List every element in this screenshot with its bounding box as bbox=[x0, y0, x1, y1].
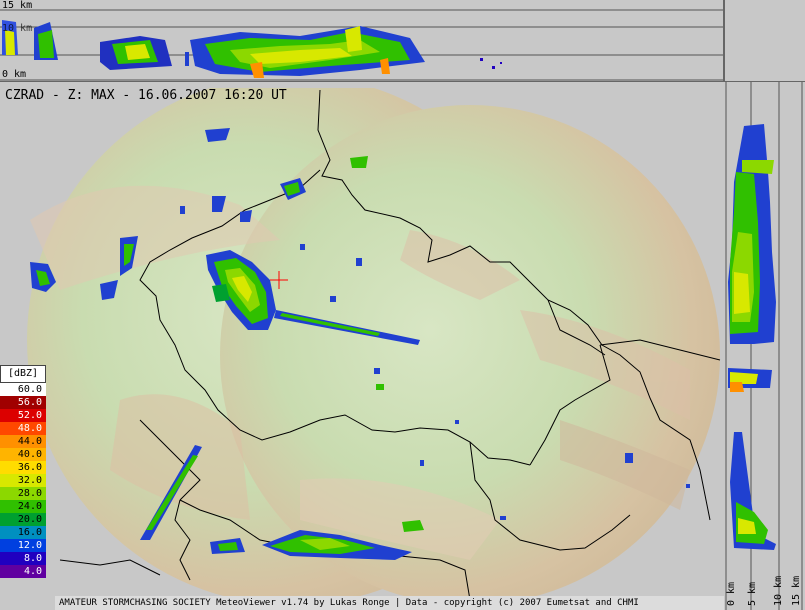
legend-item: 52.0 bbox=[0, 409, 46, 422]
top-axis-10km-label: 10 km bbox=[2, 23, 33, 34]
legend-unit: [dBZ] bbox=[0, 365, 46, 383]
legend-item: 40.0 bbox=[0, 448, 46, 461]
legend-item: 4.0 bbox=[0, 565, 46, 578]
legend-scale: 60.0 56.0 52.0 48.0 44.0 40.0 36.0 32.0 28.0 24.0… bbox=[0, 383, 46, 578]
legend-item: 24.0 bbox=[0, 500, 46, 513]
radar-map[interactable] bbox=[0, 82, 724, 610]
legend-item: 16.0 bbox=[0, 526, 46, 539]
legend-item: 36.0 bbox=[0, 461, 46, 474]
side-profile-chart bbox=[724, 82, 805, 610]
map-title: CZRAD - Z: MAX - 16.06.2007 16:20 UT bbox=[5, 88, 287, 103]
legend-item: 44.0 bbox=[0, 435, 46, 448]
side-axis-5km-label: 5 km bbox=[747, 581, 758, 606]
legend-item: 20.0 bbox=[0, 513, 46, 526]
side-axis-0km-label: 0 km bbox=[726, 581, 737, 606]
legend-item: 8.0 bbox=[0, 552, 46, 565]
legend-item: 60.0 bbox=[0, 383, 46, 396]
footer-credits: AMATEUR STORMCHASING SOCIETY MeteoViewer… bbox=[55, 596, 724, 610]
legend-item: 48.0 bbox=[0, 422, 46, 435]
dbz-legend: [dBZ] 60.0 56.0 52.0 48.0 44.0 40.0 36.0 32.0 28… bbox=[0, 365, 46, 578]
legend-item: 32.0 bbox=[0, 474, 46, 487]
legend-item: 12.0 bbox=[0, 539, 46, 552]
radar-viewer: 15 km 10 km 0 km 0 km 5 km 10 km 15 km C… bbox=[0, 0, 805, 610]
top-axis-0km-label: 0 km bbox=[2, 69, 27, 80]
legend-item: 56.0 bbox=[0, 396, 46, 409]
side-height-profile: 0 km 5 km 10 km 15 km bbox=[724, 82, 805, 610]
top-height-profile: 15 km 10 km 0 km bbox=[0, 0, 724, 82]
corner-blank bbox=[724, 0, 805, 82]
top-axis-15km-label: 15 km bbox=[2, 0, 33, 11]
side-axis-15km-label: 15 km bbox=[791, 575, 802, 606]
top-profile-chart bbox=[0, 0, 724, 82]
map-canvas bbox=[0, 82, 724, 605]
legend-item: 28.0 bbox=[0, 487, 46, 500]
side-axis-10km-label: 10 km bbox=[773, 575, 784, 606]
